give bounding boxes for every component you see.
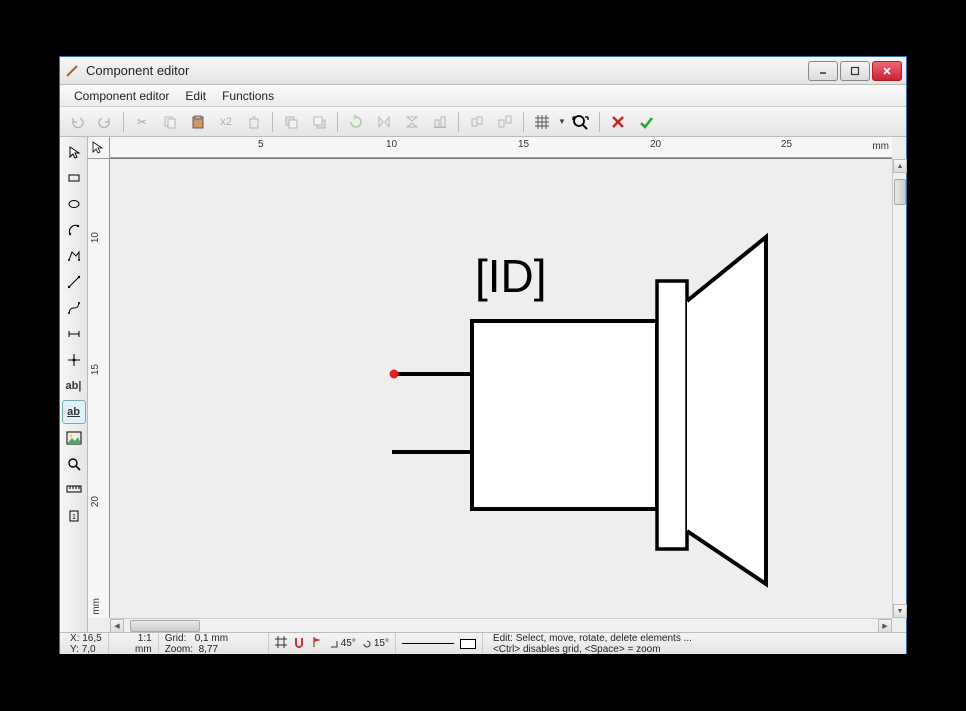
status-style-preview (396, 633, 483, 654)
rotate-button[interactable] (343, 110, 369, 134)
app-window: Component editor Component editor Edit F… (59, 56, 907, 654)
pin-tool[interactable] (62, 348, 86, 372)
ruler-h-tick-25: 25 (781, 139, 792, 150)
copy-button[interactable] (157, 110, 183, 134)
duplicate-button[interactable]: x2 (213, 110, 239, 134)
scrollbar-vertical[interactable]: ▲ ▼ (892, 159, 906, 618)
ruler-h-tick-20: 20 (650, 139, 661, 150)
side-toolbar: ab| ab 1 (60, 137, 88, 632)
image-tool[interactable] (62, 426, 86, 450)
ruler-h-tick-15: 15 (518, 139, 529, 150)
ruler-h-tick-10: 10 (386, 139, 397, 150)
scroll-thumb-vertical[interactable] (894, 179, 906, 205)
paste-button[interactable] (185, 110, 211, 134)
snap-magnet-icon[interactable] (293, 636, 305, 651)
accept-button[interactable] (633, 110, 659, 134)
scroll-up-arrow[interactable]: ▲ (893, 159, 907, 173)
ungroup-button[interactable] (492, 110, 518, 134)
scissors-icon: ✂ (137, 115, 147, 129)
mirror-h-button[interactable] (371, 110, 397, 134)
snap-angle-45-icon[interactable]: 45° (329, 638, 356, 649)
dimension-tool[interactable] (62, 322, 86, 346)
text-tool[interactable]: ab| (62, 374, 86, 398)
delete-button[interactable] (241, 110, 267, 134)
zoom-fit-button[interactable] (568, 110, 594, 134)
polygon-tool[interactable] (62, 244, 86, 268)
line-tool[interactable] (62, 270, 86, 294)
grid-button[interactable] (529, 110, 555, 134)
ruler-v-unit: mm (91, 598, 102, 615)
label-tool[interactable]: ab (62, 400, 86, 424)
mirror-v-button[interactable] (399, 110, 425, 134)
scroll-right-arrow[interactable]: ▶ (878, 619, 892, 633)
undo-button[interactable] (64, 110, 90, 134)
minimize-button[interactable] (808, 61, 838, 81)
maximize-button[interactable] (840, 61, 870, 81)
send-back-button[interactable] (306, 110, 332, 134)
component-id-label[interactable]: [ID] (475, 249, 547, 303)
canvas-area: 5 10 15 20 25 mm 10 15 20 mm (88, 137, 906, 632)
select-tool[interactable] (62, 140, 86, 164)
bezier-tool[interactable] (62, 296, 86, 320)
group-button[interactable] (464, 110, 490, 134)
workspace: ab| ab 1 5 10 15 20 25 (60, 137, 906, 632)
bring-front-button[interactable] (278, 110, 304, 134)
cut-button[interactable]: ✂ (129, 110, 155, 134)
ruler-v-tick-15: 15 (90, 364, 101, 375)
menubar: Component editor Edit Functions (60, 85, 906, 107)
redo-button[interactable] (92, 110, 118, 134)
status-coords: X: 16,5 Y: 7,0 (64, 633, 109, 654)
zoom-tool[interactable] (62, 452, 86, 476)
close-button[interactable] (872, 61, 902, 81)
scroll-left-arrow[interactable]: ◀ (110, 619, 124, 633)
ruler-v-tick-20: 20 (90, 496, 101, 507)
scroll-down-arrow[interactable]: ▼ (893, 604, 907, 618)
titlebar: Component editor (60, 57, 906, 85)
grid-dropdown-arrow[interactable]: ▼ (558, 117, 566, 126)
scrollbar-horizontal[interactable]: ◀ ▶ (110, 618, 892, 632)
window-buttons (808, 61, 902, 81)
menu-edit[interactable]: Edit (177, 87, 214, 105)
ruler-v-tick-10: 10 (90, 232, 101, 243)
menu-component-editor[interactable]: Component editor (66, 87, 177, 105)
cancel-button[interactable] (605, 110, 631, 134)
ruler-horizontal[interactable]: 5 10 15 20 25 mm (110, 137, 892, 159)
snap-grid-icon[interactable] (275, 636, 287, 651)
status-snap-icons: 45° 15° (269, 633, 396, 654)
x2-label: x2 (218, 116, 234, 128)
snap-flag-icon[interactable] (311, 636, 323, 651)
ruler-h-tick-5: 5 (258, 139, 264, 150)
scroll-thumb-horizontal[interactable] (130, 620, 200, 632)
arc-tool[interactable] (62, 218, 86, 242)
ruler-vertical[interactable]: 10 15 20 mm (88, 159, 110, 618)
ruler-origin[interactable] (88, 137, 110, 159)
line-style-sample[interactable] (402, 643, 454, 644)
measure-tool[interactable] (62, 478, 86, 502)
drawing-canvas[interactable]: [ID] (110, 159, 892, 618)
status-grid-zoom: Grid: 0,1 mm Zoom: 8,77 (159, 633, 269, 654)
ellipse-tool[interactable] (62, 192, 86, 216)
rectangle-tool[interactable] (62, 166, 86, 190)
svg-text:1: 1 (72, 514, 76, 521)
align-button[interactable] (427, 110, 453, 134)
app-icon (64, 63, 80, 79)
ruler-unit-label: mm (872, 141, 889, 152)
window-title: Component editor (86, 63, 808, 78)
snap-angle-15-icon[interactable]: 15° (362, 638, 389, 649)
status-ratio: 1:1 mm (109, 633, 159, 654)
main-toolbar: ✂ x2 ▼ (60, 107, 906, 137)
status-info-text: Edit: Select, move, rotate, delete eleme… (483, 633, 902, 654)
menu-functions[interactable]: Functions (214, 87, 282, 105)
statusbar: X: 16,5 Y: 7,0 1:1 mm Grid: 0,1 mm Zoom:… (60, 632, 906, 654)
fill-style-sample[interactable] (460, 639, 476, 649)
page-tool[interactable]: 1 (62, 504, 86, 528)
